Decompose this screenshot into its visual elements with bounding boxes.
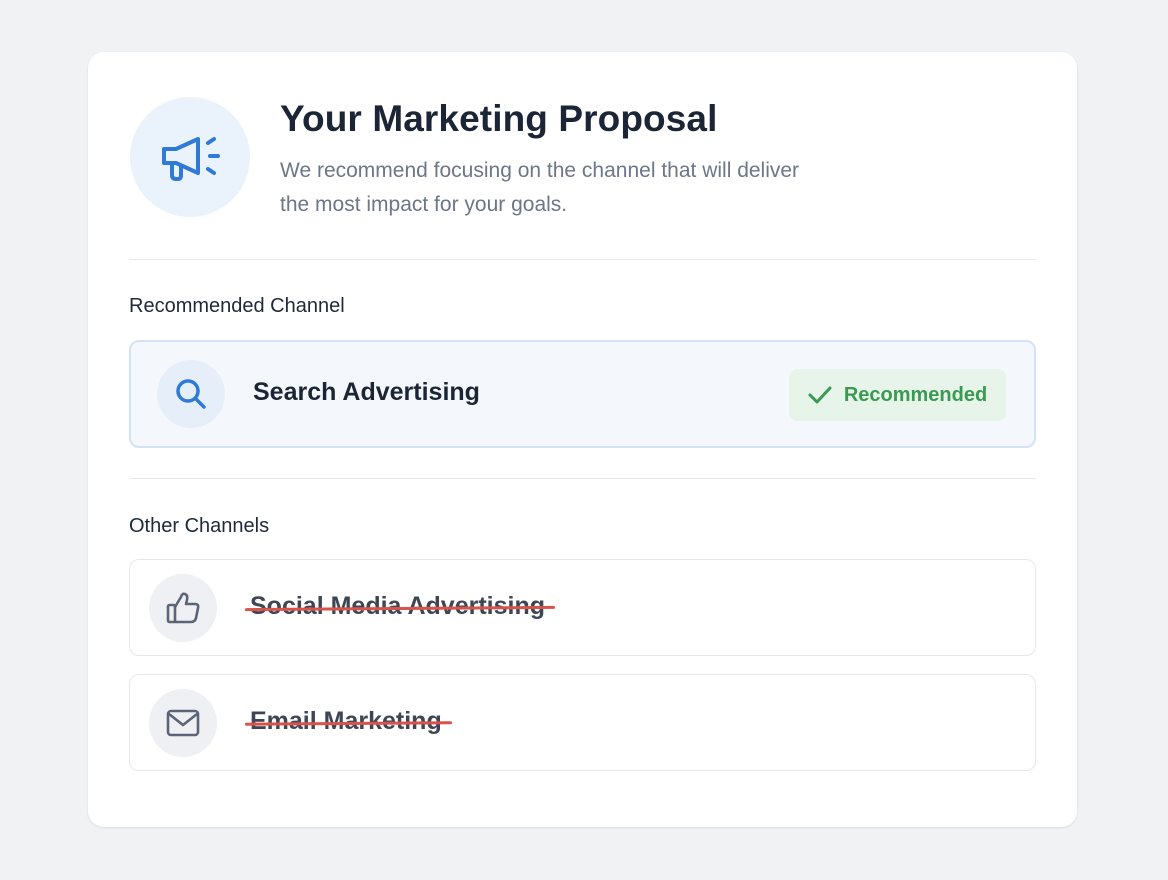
recommended-badge-label: Recommended (843, 383, 988, 406)
megaphone-icon-circle (130, 97, 250, 217)
proposal-card: Your Marketing Proposal We recommend foc… (88, 52, 1077, 827)
recommended-channel-card[interactable]: Search Advertising Recommended (129, 340, 1036, 448)
recommended-section-label: Recommended Channel (129, 295, 345, 317)
recommended-badge: Recommended (789, 369, 1006, 421)
other-section-label: Other Channels (129, 515, 270, 537)
page-title: Your Marketing Proposal (280, 98, 718, 139)
megaphone-icon (162, 137, 220, 181)
section-divider (129, 478, 1036, 479)
thumbs-up-icon (166, 592, 200, 624)
header-divider (129, 259, 1036, 260)
search-icon-circle (157, 360, 225, 428)
channel-name-email: Email Marketing (250, 707, 442, 735)
mail-icon-circle (149, 689, 217, 757)
search-icon (176, 379, 206, 409)
thumbs-up-icon-circle (149, 574, 217, 642)
check-icon (808, 386, 832, 404)
channel-card-social-media[interactable]: Social Media Advertising (129, 559, 1036, 656)
channel-card-email[interactable]: Email Marketing (129, 674, 1036, 771)
recommended-channel-name: Search Advertising (253, 378, 480, 406)
channel-name-social-media: Social Media Advertising (250, 592, 545, 620)
page-subtitle: We recommend focusing on the channel tha… (280, 159, 800, 216)
mail-icon (166, 709, 200, 737)
